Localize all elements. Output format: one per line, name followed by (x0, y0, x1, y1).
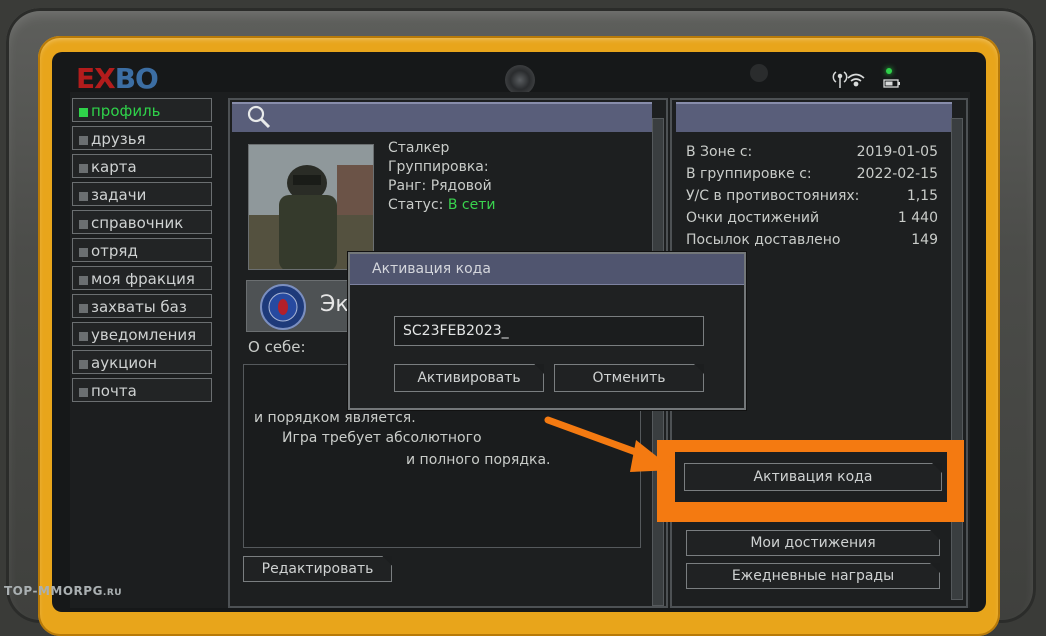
stat-value: 2019-01-05 (856, 144, 938, 160)
faction-name-partial: Эк (320, 292, 349, 317)
nav-bullet-icon (79, 108, 88, 117)
status-online-value: В сети (447, 197, 496, 213)
stat-row: У/С в противостояниях: 1,15 (686, 188, 938, 204)
sidebar-item-label: моя фракция (91, 270, 195, 288)
sidebar-item-label: друзья (91, 130, 146, 148)
edit-profile-button[interactable]: Редактировать (243, 556, 392, 582)
sidebar-item-label: уведомления (91, 326, 197, 344)
nav-bullet-icon (79, 220, 88, 229)
stat-label: В Зоне с: (686, 144, 753, 160)
dialog-header: Активация кода (350, 254, 744, 285)
sidebar-item-9[interactable]: аукцион (72, 350, 212, 374)
wifi-icon (847, 73, 865, 87)
sidebar-item-label: отряд (91, 242, 138, 260)
sidebar-item-label: захваты баз (91, 298, 187, 316)
sidebar-item-0[interactable]: профиль (72, 98, 212, 122)
nav-bullet-icon (79, 388, 88, 397)
nav-bullet-icon (79, 304, 88, 313)
sidebar-item-10[interactable]: почта (72, 378, 212, 402)
sidebar-item-2[interactable]: карта (72, 154, 212, 178)
profile-header-band (232, 102, 652, 132)
stat-row: Очки достижений 1 440 (686, 210, 938, 226)
code-activation-dialog: Активация кода SC23FEB2023_ Активировать… (348, 252, 746, 410)
status-icons (832, 71, 900, 88)
daily-rewards-button[interactable]: Ежедневные награды (686, 563, 940, 589)
sidebar-item-label: карта (91, 158, 137, 176)
profile-status: Статус: В сети (388, 197, 496, 213)
nav-bullet-icon (79, 332, 88, 341)
arrow-icon (544, 416, 674, 472)
stats-header-band (676, 102, 952, 132)
sidebar-item-label: профиль (91, 102, 161, 120)
stat-row: В Зоне с: 2019-01-05 (686, 144, 938, 160)
stat-row: В группировке с: 2022-02-15 (686, 166, 938, 182)
sidebar-item-label: аукцион (91, 354, 158, 372)
stat-value: 149 (911, 232, 938, 248)
nav-bullet-icon (79, 136, 88, 145)
sidebar-item-7[interactable]: захваты баз (72, 294, 212, 318)
stat-label: Посылок доставлено (686, 232, 841, 248)
code-input[interactable]: SC23FEB2023_ (394, 316, 704, 346)
exbo-logo: EXBO (76, 62, 159, 95)
nav-bullet-icon (79, 360, 88, 369)
antenna-icon (832, 71, 848, 88)
sidebar-nav: профиль друзья карта задачи справочник отряд м… (72, 98, 212, 406)
nav-bullet-icon (79, 276, 88, 285)
nav-bullet-icon (79, 248, 88, 257)
profile-faction: Группировка: (388, 159, 489, 175)
stat-label: У/С в противостояниях: (686, 188, 860, 204)
sidebar-item-label: справочник (91, 214, 184, 232)
about-line-3: и полного порядка. (406, 452, 551, 468)
sidebar-item-6[interactable]: моя фракция (72, 266, 212, 290)
search-icon[interactable] (246, 104, 272, 130)
activate-code-button[interactable]: Активация кода (684, 463, 942, 491)
sidebar-item-8[interactable]: уведомления (72, 322, 212, 346)
sensor-icon (750, 64, 768, 82)
watermark: TOP-MMORPG.RU (4, 584, 123, 598)
sidebar-item-4[interactable]: справочник (72, 210, 212, 234)
profile-name: Сталкер (388, 140, 450, 156)
sidebar-item-5[interactable]: отряд (72, 238, 212, 262)
sidebar-item-3[interactable]: задачи (72, 182, 212, 206)
profile-rank: Ранг: Рядовой (388, 178, 492, 194)
sidebar-item-1[interactable]: друзья (72, 126, 212, 150)
activate-button[interactable]: Активировать (394, 364, 544, 392)
stat-value: 2022-02-15 (856, 166, 938, 182)
sidebar-item-label: задачи (91, 186, 147, 204)
sidebar-item-label: почта (91, 382, 137, 400)
battery-icon (883, 79, 900, 88)
stat-value: 1,15 (906, 188, 938, 204)
camera-icon (505, 65, 535, 95)
power-led-icon (886, 68, 892, 74)
stat-label: В группировке с: (686, 166, 812, 182)
stat-row: Посылок доставлено 149 (686, 232, 938, 248)
sidebar-filler (72, 406, 212, 606)
stats-scrollbar[interactable] (951, 118, 963, 600)
nav-bullet-icon (79, 192, 88, 201)
stat-value: 1 440 (897, 210, 938, 226)
stat-label: Очки достижений (686, 210, 820, 226)
achievements-button[interactable]: Мои достижения (686, 530, 940, 556)
cancel-button[interactable]: Отменить (554, 364, 704, 392)
about-line-1: и порядком является. (254, 410, 416, 426)
nav-bullet-icon (79, 164, 88, 173)
about-line-2: Игра требует абсолютного (282, 430, 482, 446)
about-label: О себе: (248, 338, 306, 356)
dialog-title: Активация кода (372, 261, 491, 277)
